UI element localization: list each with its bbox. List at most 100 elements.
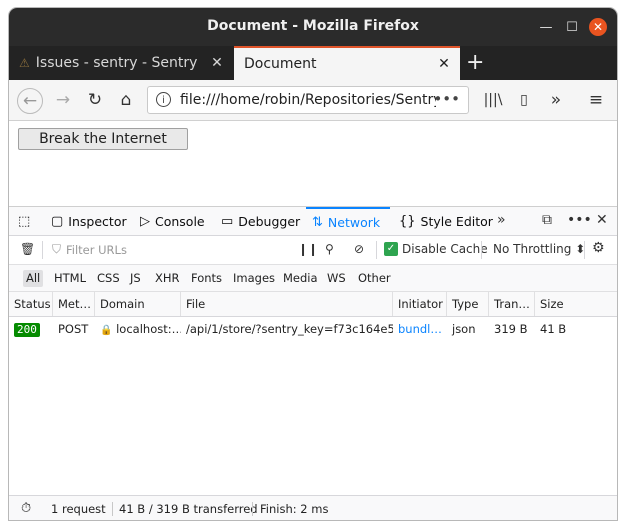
tab-label: Inspector xyxy=(68,213,127,229)
forward-icon[interactable]: → xyxy=(51,88,75,112)
block-icon[interactable]: ⊘ xyxy=(354,242,364,256)
file-cell: /api/1/store/?sentry_key=f73c164e53… xyxy=(186,322,393,336)
column-type[interactable]: Type xyxy=(447,292,489,316)
devtools-options-icon[interactable]: ••• xyxy=(567,212,592,228)
devtools-panel: ⬚ ▢ Inspector ▷ Console ▭ Debugger ⇅ Net… xyxy=(9,206,617,520)
divider xyxy=(42,241,43,259)
disable-cache-checkbox[interactable]: ✓ xyxy=(384,242,398,256)
network-filter-bar: 🗑 ⛉ Filter URLs ❙❙ ⚲ ⊘ ✓ Disable Cache N… xyxy=(9,236,617,265)
tab-issues-sentry[interactable]: ⚠ Issues - sentry - Sentry ✕ xyxy=(9,46,233,80)
column-transferred[interactable]: Tran… xyxy=(489,292,535,316)
filter-urls-input[interactable]: Filter URLs xyxy=(66,240,302,260)
tab-label: Debugger xyxy=(238,213,301,229)
pause-icon[interactable]: ❙❙ xyxy=(298,242,318,256)
finish-time: Finish: 2 ms xyxy=(260,502,329,516)
filter-all[interactable]: All xyxy=(23,270,44,287)
url-bar[interactable]: i file:///home/robin/Repositories/Sentry… xyxy=(147,86,469,114)
info-icon[interactable]: i xyxy=(156,92,171,107)
back-icon[interactable]: ← xyxy=(17,88,43,114)
firefox-window: Document - Mozilla Firefox — ☐ ✕ ⚠ Issue… xyxy=(9,8,617,520)
status-badge: 200 xyxy=(14,323,40,337)
warning-icon: ⚠ xyxy=(19,56,30,70)
navigation-toolbar: ← → ↻ ⌂ i file:///home/robin/Repositorie… xyxy=(9,80,617,121)
table-row[interactable]: 200 POST 🔒 localhost:… /api/1/store/?sen… xyxy=(9,317,617,341)
dock-icon[interactable]: ⧉ xyxy=(542,212,552,228)
filter-js[interactable]: JS xyxy=(127,270,144,287)
type-cell: json xyxy=(452,322,476,336)
home-icon[interactable]: ⌂ xyxy=(114,88,138,112)
column-file[interactable]: File xyxy=(181,292,393,316)
divider xyxy=(376,241,377,259)
domain-cell: 🔒 localhost:… xyxy=(95,317,181,341)
debugger-icon: ▭ xyxy=(221,213,234,229)
throttling-select[interactable]: No Throttling ⬍ xyxy=(493,242,585,256)
tab-document[interactable]: Document ✕ xyxy=(234,46,460,80)
domain-text: localhost:… xyxy=(116,322,181,336)
divider xyxy=(584,241,585,259)
page-content: Break the Internet xyxy=(9,121,617,207)
break-the-internet-button[interactable]: Break the Internet xyxy=(18,128,188,150)
column-status[interactable]: Status xyxy=(9,292,53,316)
url-text[interactable]: file:///home/robin/Repositories/Sentry xyxy=(180,92,436,108)
trash-icon[interactable]: 🗑 xyxy=(20,242,35,256)
gear-icon[interactable]: ⚙ xyxy=(592,240,605,256)
window-title: Document - Mozilla Firefox xyxy=(207,18,419,34)
column-size[interactable]: Size xyxy=(535,292,617,316)
column-domain[interactable]: Domain xyxy=(95,292,181,316)
status-cell: 200 xyxy=(9,317,53,341)
tab-console[interactable]: ▷ Console xyxy=(140,207,205,235)
tab-style-editor[interactable]: {} Style Editor xyxy=(399,207,493,235)
filter-css[interactable]: CSS xyxy=(94,270,123,287)
request-count: 1 request xyxy=(51,502,106,516)
menu-icon[interactable]: ≡ xyxy=(584,88,608,112)
console-icon: ▷ xyxy=(140,213,150,229)
disable-cache-label: Disable Cache xyxy=(402,242,488,256)
column-initiator[interactable]: Initiator xyxy=(393,292,447,316)
style-editor-icon: {} xyxy=(399,213,416,229)
new-tab-icon[interactable]: + xyxy=(466,50,484,75)
overflow-chevron-icon[interactable]: » xyxy=(544,88,568,112)
page-actions-icon[interactable]: ••• xyxy=(433,90,460,108)
tab-label: Network xyxy=(327,214,381,230)
inspector-icon: ▢ xyxy=(51,213,64,229)
filter-xhr[interactable]: XHR xyxy=(152,270,183,287)
divider xyxy=(112,502,113,516)
sidebar-icon[interactable]: ▯ xyxy=(512,88,536,112)
close-devtools-icon[interactable]: ✕ xyxy=(596,212,608,228)
maximize-icon[interactable]: ☐ xyxy=(563,18,581,36)
divider xyxy=(252,502,253,516)
close-window-icon[interactable]: ✕ xyxy=(589,18,607,36)
method-cell: POST xyxy=(58,322,89,336)
close-tab-icon[interactable]: ✕ xyxy=(207,55,227,71)
element-picker-icon[interactable]: ⬚ xyxy=(18,207,35,235)
column-method[interactable]: Met… xyxy=(53,292,95,316)
tab-inspector[interactable]: ▢ Inspector xyxy=(51,207,127,235)
tab-network[interactable]: ⇅ Network xyxy=(306,207,390,235)
library-icon[interactable]: |||\ xyxy=(481,88,505,112)
search-icon[interactable]: ⚲ xyxy=(325,242,334,256)
lock-icon: 🔒 xyxy=(100,325,113,336)
reload-icon[interactable]: ↻ xyxy=(83,88,107,112)
tab-debugger[interactable]: ▭ Debugger xyxy=(221,207,300,235)
tab-strip: ⚠ Issues - sentry - Sentry ✕ Document ✕ … xyxy=(9,46,617,80)
network-status-bar: ⏱ 1 request 41 B / 319 B transferred Fin… xyxy=(9,495,617,520)
close-tab-icon[interactable]: ✕ xyxy=(434,56,454,72)
title-bar: Document - Mozilla Firefox — ☐ ✕ xyxy=(9,8,617,46)
tab-label: Style Editor xyxy=(420,213,493,229)
tab-label: Document xyxy=(244,56,317,72)
filter-media[interactable]: Media xyxy=(280,270,321,287)
filter-fonts[interactable]: Fonts xyxy=(188,270,225,287)
stopwatch-icon[interactable]: ⏱ xyxy=(21,501,31,516)
request-table-header: Status Met… Domain File Initiator Type T… xyxy=(9,292,617,317)
network-icon: ⇅ xyxy=(312,214,323,230)
tab-label: Console xyxy=(155,213,205,229)
filter-other[interactable]: Other xyxy=(355,270,394,287)
initiator-link[interactable]: bundl… xyxy=(393,317,447,341)
transferred-cell: 319 B xyxy=(494,322,528,336)
filter-ws[interactable]: WS xyxy=(324,270,349,287)
filter-images[interactable]: Images xyxy=(230,270,278,287)
devtools-toolbar: ⬚ ▢ Inspector ▷ Console ▭ Debugger ⇅ Net… xyxy=(9,207,617,236)
more-tools-chevron-icon[interactable]: » xyxy=(497,212,506,228)
minimize-icon[interactable]: — xyxy=(537,18,555,36)
filter-html[interactable]: HTML xyxy=(51,270,89,287)
